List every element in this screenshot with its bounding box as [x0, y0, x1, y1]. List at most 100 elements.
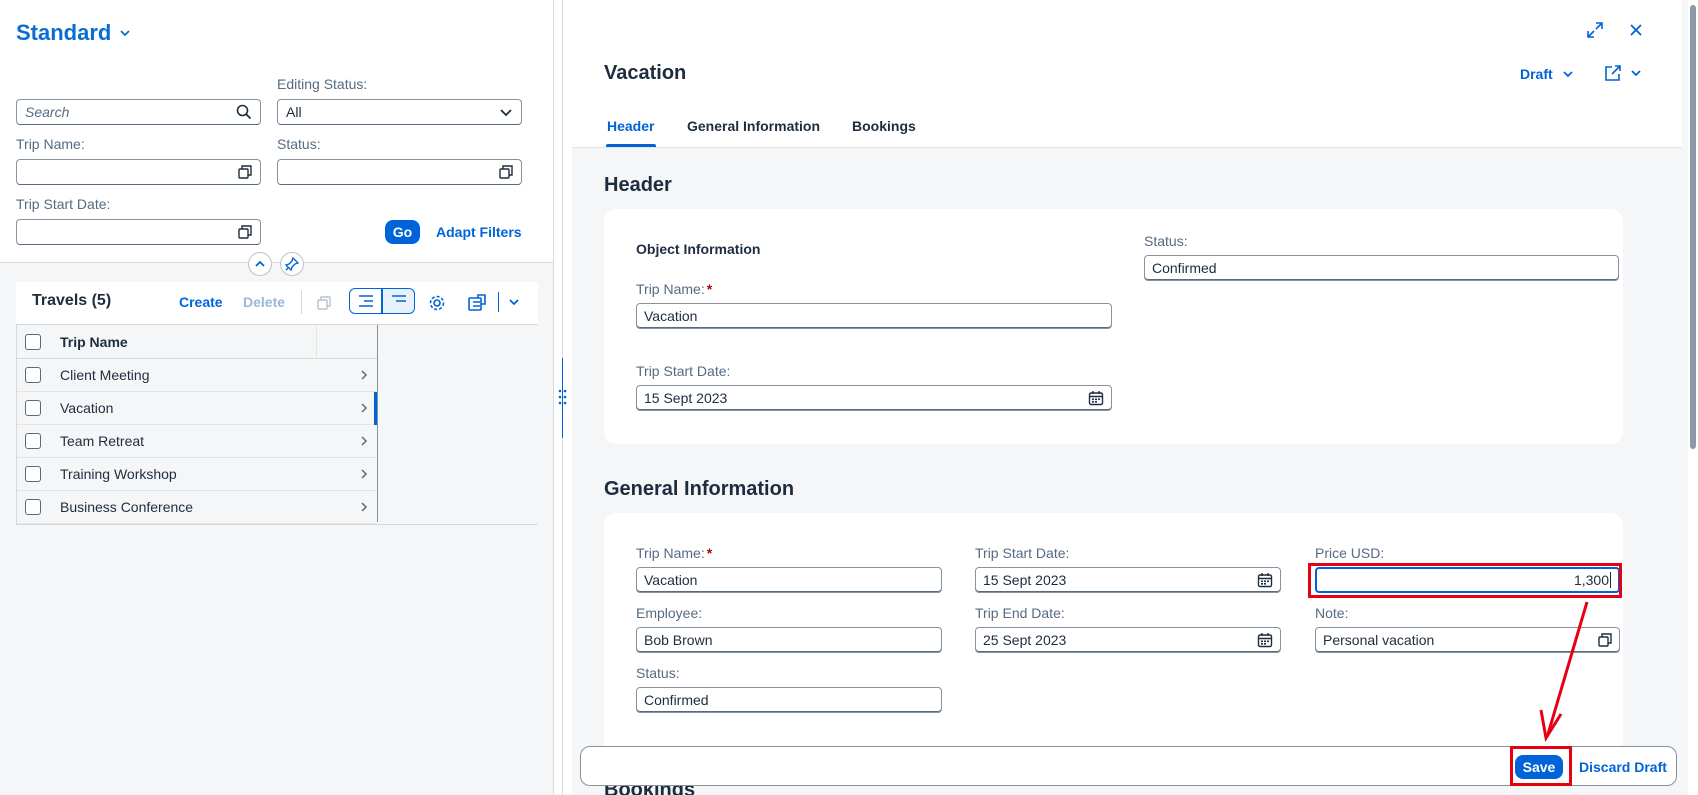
tab-header[interactable]: Header — [607, 118, 654, 134]
header-trip-name-value: Vacation — [644, 308, 698, 324]
header-trip-name-input[interactable]: Vacation — [636, 303, 1112, 329]
fullscreen-icon[interactable] — [1586, 21, 1604, 39]
tab-bookings[interactable]: Bookings — [852, 118, 916, 134]
calendar-icon[interactable] — [1257, 572, 1273, 588]
table-row[interactable]: Business Conference — [16, 491, 377, 524]
status-filter-label: Status: — [277, 136, 321, 152]
hide-details-button[interactable] — [382, 288, 415, 314]
table-row[interactable]: Vacation — [16, 392, 377, 425]
chevron-up-icon — [254, 258, 266, 270]
pin-header-button[interactable] — [280, 252, 304, 276]
delete-button[interactable]: Delete — [243, 294, 285, 310]
header-status-label: Status: — [1144, 233, 1188, 249]
value-help-icon[interactable] — [238, 165, 252, 179]
annotation-arrow — [1539, 601, 1589, 743]
gi-note-label: Note: — [1315, 605, 1349, 621]
value-help-icon[interactable] — [238, 225, 252, 239]
select-all-checkbox[interactable] — [25, 333, 41, 350]
chevron-right-icon — [351, 370, 377, 380]
chevron-right-icon — [351, 502, 377, 512]
table-toolbar: Travels (5) Create Delete — [16, 282, 538, 324]
table-row[interactable]: Team Retreat — [16, 425, 377, 458]
header-status-input[interactable]: Confirmed — [1144, 255, 1619, 281]
trip-name-filter-input[interactable] — [16, 159, 261, 185]
search-input[interactable]: Search — [16, 99, 261, 125]
status-filter-input[interactable] — [277, 159, 522, 185]
scrollbar-thumb[interactable] — [1690, 5, 1696, 449]
row-trip-name: Client Meeting — [60, 367, 150, 383]
object-page-header: Vacation Draft Header General Informatio… — [572, 0, 1682, 148]
table-row[interactable]: Client Meeting — [16, 359, 377, 392]
chevron-down-icon — [499, 105, 513, 119]
grip-icon[interactable] — [558, 388, 568, 406]
table-row[interactable]: Training Workshop — [16, 458, 377, 491]
header-status-value: Confirmed — [1152, 260, 1217, 276]
gi-status-label: Status: — [636, 665, 680, 681]
draft-switch-button[interactable]: Draft — [1520, 66, 1574, 82]
gi-employee-input[interactable]: Bob Brown — [636, 627, 942, 653]
chevron-right-icon — [351, 469, 377, 479]
row-navigated-indicator — [374, 392, 377, 425]
gear-icon[interactable] — [428, 294, 446, 312]
row-trip-name: Business Conference — [60, 499, 194, 515]
row-checkbox[interactable] — [25, 499, 41, 515]
chevron-down-icon — [1562, 68, 1574, 80]
chevron-down-icon[interactable] — [508, 296, 520, 308]
gi-employee-value: Bob Brown — [644, 632, 713, 648]
save-highlight-box — [1510, 746, 1572, 786]
gi-trip-name-label: Trip Name: * — [636, 545, 713, 561]
calendar-icon[interactable] — [1257, 632, 1273, 648]
table-title: Travels (5) — [32, 292, 112, 309]
layout-splitter[interactable] — [554, 0, 572, 795]
variant-title: Standard — [16, 20, 112, 45]
share-icon — [1604, 64, 1622, 82]
gi-trip-end-date-input[interactable]: 25 Sept 2023 — [975, 627, 1281, 653]
create-button[interactable]: Create — [179, 294, 223, 310]
pin-icon — [285, 257, 299, 271]
gi-trip-end-date-value: 25 Sept 2023 — [983, 632, 1067, 648]
collapse-header-button[interactable] — [248, 252, 272, 276]
discard-draft-button[interactable]: Discard Draft — [1579, 759, 1667, 775]
close-icon[interactable] — [1628, 22, 1644, 38]
row-checkbox[interactable] — [25, 367, 41, 383]
row-checkbox[interactable] — [25, 400, 41, 416]
align-icon — [391, 294, 407, 308]
editing-status-select[interactable]: All — [277, 99, 522, 125]
gi-trip-name-input[interactable]: Vacation — [636, 567, 942, 593]
show-details-button[interactable] — [349, 288, 382, 314]
row-trip-name: Training Workshop — [60, 466, 177, 482]
header-trip-start-date-input[interactable]: 15 Sept 2023 — [636, 385, 1112, 411]
table-header-row: Trip Name — [16, 325, 377, 359]
filter-bar: Standard Search Editing Status: All Trip… — [0, 0, 553, 276]
value-help-icon[interactable] — [499, 165, 513, 179]
trip-start-date-filter-input[interactable] — [16, 219, 261, 245]
value-help-icon[interactable] — [1598, 633, 1612, 647]
variant-selector[interactable]: Standard — [16, 20, 131, 46]
editing-status-value: All — [286, 104, 302, 120]
tab-general-information[interactable]: General Information — [687, 118, 820, 134]
search-icon[interactable] — [236, 104, 252, 120]
column-header-trip-name: Trip Name — [60, 333, 128, 350]
gi-status-value: Confirmed — [644, 692, 709, 708]
editing-status-label: Editing Status: — [277, 76, 368, 92]
gi-trip-start-date-value: 15 Sept 2023 — [983, 572, 1067, 588]
gi-trip-name-value: Vacation — [644, 572, 698, 588]
share-button[interactable] — [1604, 64, 1642, 82]
gi-employee-label: Employee: — [636, 605, 703, 621]
export-icon[interactable] — [468, 294, 486, 312]
adapt-filters-button[interactable]: Adapt Filters — [436, 224, 522, 240]
copy-icon[interactable] — [316, 295, 332, 311]
calendar-icon[interactable] — [1088, 390, 1104, 406]
row-checkbox[interactable] — [25, 433, 41, 449]
general-information-section-title: General Information — [604, 478, 795, 500]
align-right-icon — [358, 294, 374, 308]
header-section-card: Object Information Trip Name: * Vacation … — [604, 209, 1623, 444]
header-trip-start-date-value: 15 Sept 2023 — [644, 390, 728, 406]
gi-status-input[interactable]: Confirmed — [636, 687, 942, 713]
general-information-card: Trip Name: * Vacation Employee: Bob Brown… — [604, 513, 1623, 753]
row-trip-name: Vacation — [60, 400, 114, 416]
gi-trip-end-date-label: Trip End Date: — [975, 605, 1065, 621]
gi-trip-start-date-input[interactable]: 15 Sept 2023 — [975, 567, 1281, 593]
row-checkbox[interactable] — [25, 466, 41, 482]
go-button[interactable]: Go — [385, 220, 420, 244]
